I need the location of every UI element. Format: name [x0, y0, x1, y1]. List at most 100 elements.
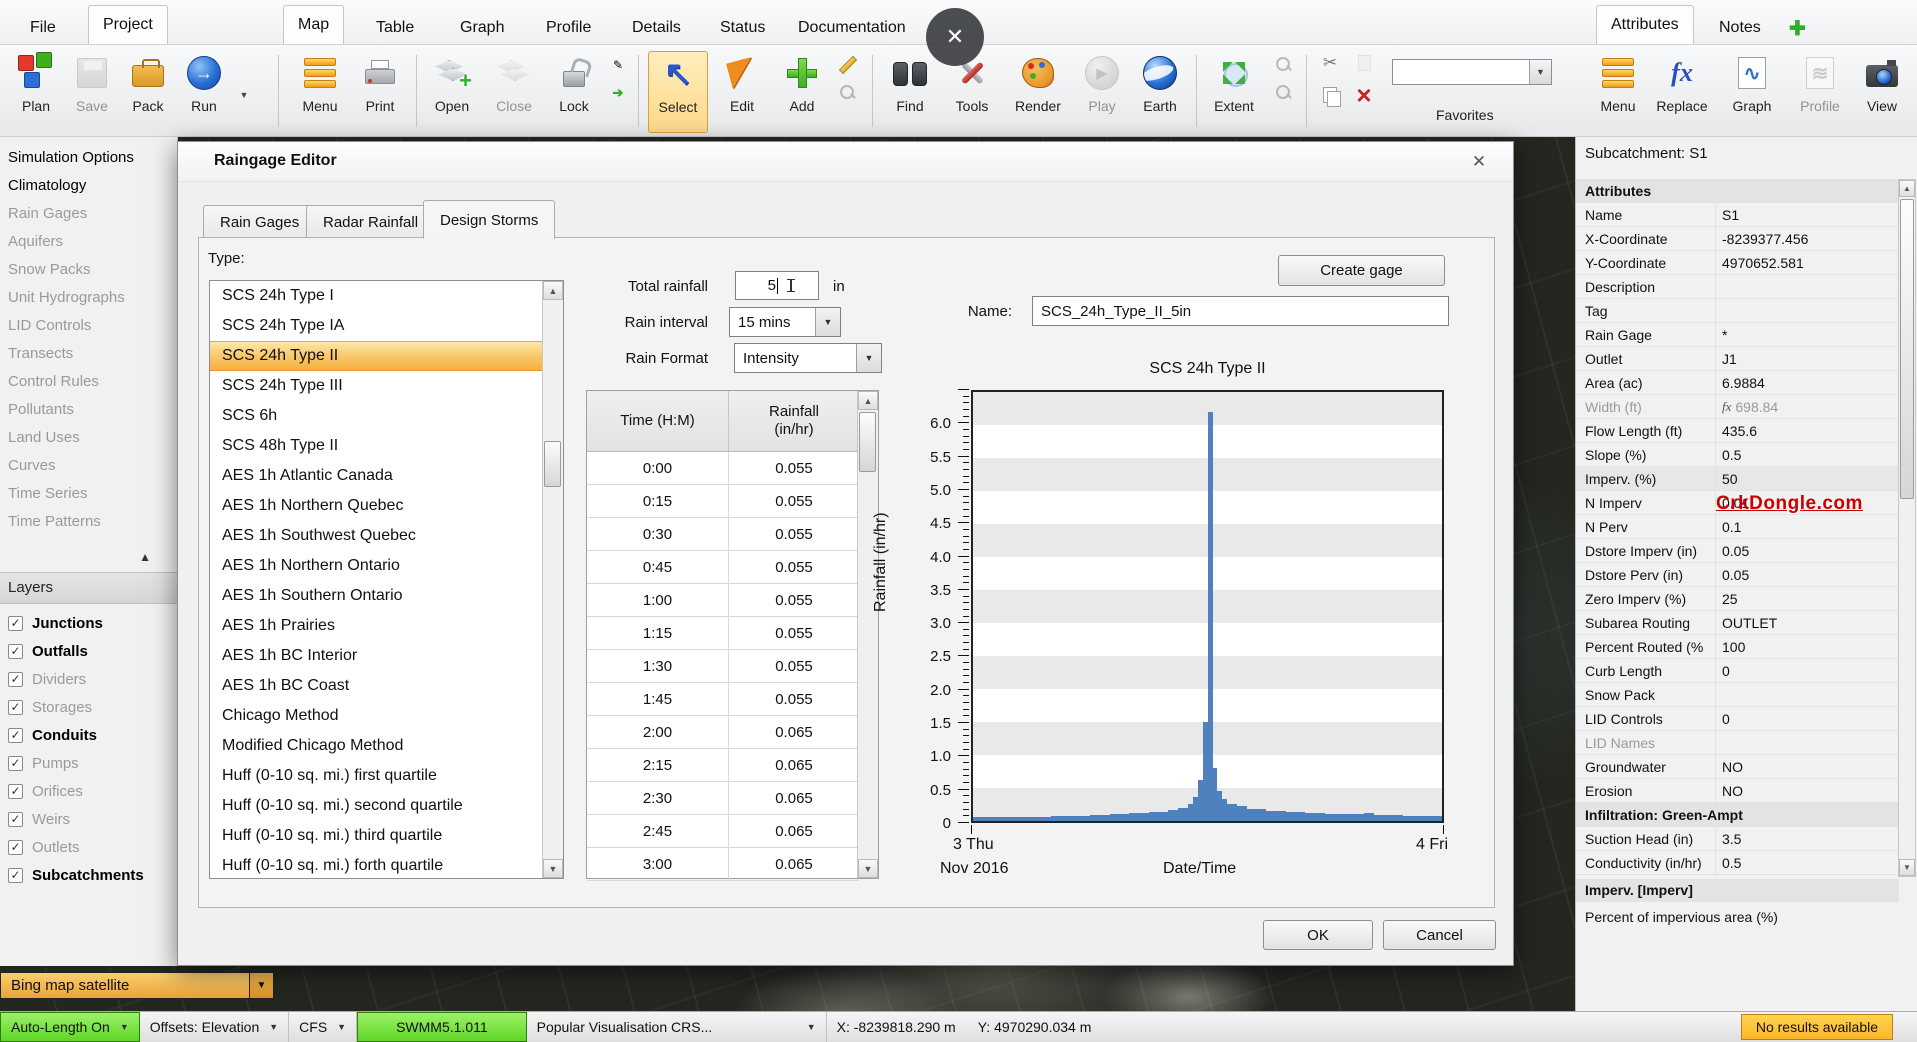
attribute-row-description[interactable]: Description — [1576, 275, 1899, 299]
run-dropdown-arrow[interactable]: ▼ — [232, 85, 256, 105]
copy-icon[interactable] — [1318, 85, 1342, 105]
collapse-arrow-icon[interactable]: ▲ — [139, 550, 151, 564]
tree-item-rain-gages[interactable]: Rain Gages — [0, 200, 177, 228]
select-tool-button[interactable]: ↖ Select — [648, 51, 708, 133]
type-list-scrollbar[interactable]: ▲ ▼ — [542, 281, 563, 878]
layer-row-dividers[interactable]: ✓Dividers — [0, 665, 177, 693]
type-option-scs-48h-type-ii[interactable]: SCS 48h Type II — [210, 431, 544, 461]
attribute-value[interactable]: * — [1716, 327, 1727, 343]
menu-tab-graph[interactable]: Graph — [446, 13, 518, 44]
attribute-row-erosion[interactable]: ErosionNO — [1576, 779, 1899, 803]
checkbox-dividers[interactable]: ✓ — [8, 672, 23, 687]
tree-item-snow-packs[interactable]: Snow Packs — [0, 256, 177, 284]
render-button[interactable]: Render — [1008, 51, 1068, 133]
create-gage-button[interactable]: Create gage — [1278, 255, 1445, 286]
attr-graph-button[interactable]: ∿ Graph — [1722, 51, 1782, 133]
ok-button[interactable]: OK — [1263, 920, 1373, 950]
attribute-row-groundwater[interactable]: GroundwaterNO — [1576, 755, 1899, 779]
engine-version-indicator[interactable]: SWMM5.1.011 — [357, 1012, 527, 1042]
attribute-value[interactable]: 4970652.581 — [1716, 255, 1804, 271]
basemap-dropdown-arrow[interactable]: ▼ — [249, 973, 273, 998]
attribute-row-outlet[interactable]: OutletJ1 — [1576, 347, 1899, 371]
attribute-value[interactable]: fx698.84 — [1716, 399, 1778, 415]
type-option-aes-1h-prairies[interactable]: AES 1h Prairies — [210, 611, 544, 641]
go-layers-icon[interactable]: ➔ — [606, 83, 630, 103]
attribute-value[interactable]: 25 — [1716, 591, 1738, 607]
offsets-selector[interactable]: Offsets: Elevation▼ — [140, 1012, 289, 1042]
cancel-button[interactable]: Cancel — [1383, 920, 1496, 950]
checkbox-conduits[interactable]: ✓ — [8, 728, 23, 743]
attribute-row-imperv[interactable]: Imperv. (%)50 — [1576, 467, 1899, 491]
type-option-aes-1h-northern-ontario[interactable]: AES 1h Northern Ontario — [210, 551, 544, 581]
type-option-huff-0-10-sq-mi-third-quartile[interactable]: Huff (0-10 sq. mi.) third quartile — [210, 821, 544, 851]
layer-row-storages[interactable]: ✓Storages — [0, 693, 177, 721]
table-row[interactable]: 2:150.065 — [587, 749, 859, 782]
table-row[interactable]: 1:150.055 — [587, 617, 859, 650]
edit-tool-button[interactable]: Edit — [712, 51, 772, 133]
pack-button[interactable]: Pack — [118, 51, 178, 133]
dropdown-arrow-icon[interactable]: ▼ — [856, 344, 881, 372]
attribute-row-snow-pack[interactable]: Snow Pack — [1576, 683, 1899, 707]
attribute-value[interactable]: 0.5 — [1716, 447, 1741, 463]
attribute-value[interactable]: NO — [1716, 783, 1743, 799]
attr-profile-button[interactable]: ≋ Profile — [1790, 51, 1850, 133]
favorites-dropdown-arrow[interactable]: ▼ — [1529, 60, 1551, 84]
replace-button[interactable]: fx Replace — [1652, 51, 1712, 133]
table-row[interactable]: 2:000.065 — [587, 716, 859, 749]
type-option-aes-1h-southwest-quebec[interactable]: AES 1h Southwest Quebec — [210, 521, 544, 551]
layer-row-outlets[interactable]: ✓Outlets — [0, 833, 177, 861]
attribute-value[interactable]: 0.05 — [1716, 543, 1749, 559]
attribute-value[interactable]: -8239377.456 — [1716, 231, 1808, 247]
save-button[interactable]: Save — [62, 51, 122, 133]
crs-selector[interactable]: Popular Visualisation CRS...▼ — [527, 1012, 827, 1042]
attribute-row-slope[interactable]: Slope (%)0.5 — [1576, 443, 1899, 467]
tree-item-curves[interactable]: Curves — [0, 452, 177, 480]
attribute-row-rain-gage[interactable]: Rain Gage* — [1576, 323, 1899, 347]
attribute-value[interactable]: 6.9884 — [1716, 375, 1765, 391]
menu-tab-profile[interactable]: Profile — [532, 13, 605, 44]
scroll-up-icon[interactable]: ▲ — [858, 391, 878, 410]
menu-tab-project[interactable]: Project — [88, 5, 168, 44]
cut-icon[interactable]: ✂ — [1318, 53, 1342, 73]
tab-radar-rainfall[interactable]: Radar Rainfall — [306, 205, 435, 238]
attribute-value[interactable]: NO — [1716, 759, 1743, 775]
tree-item-control-rules[interactable]: Control Rules — [0, 368, 177, 396]
auto-length-toggle[interactable]: Auto-Length On▼ — [0, 1012, 140, 1042]
paste-icon[interactable] — [1352, 53, 1376, 73]
attribute-value[interactable]: 435.6 — [1716, 423, 1757, 439]
table-row[interactable]: 1:450.055 — [587, 683, 859, 716]
attribute-row-subarea-routing[interactable]: Subarea RoutingOUTLET — [1576, 611, 1899, 635]
attribute-row-tag[interactable]: Tag — [1576, 299, 1899, 323]
plan-button[interactable]: Plan — [6, 51, 66, 133]
storm-type-listbox[interactable]: SCS 24h Type ISCS 24h Type IASCS 24h Typ… — [209, 280, 564, 879]
attribute-value[interactable]: J1 — [1716, 351, 1737, 367]
attribute-value[interactable]: 3.5 — [1716, 831, 1741, 847]
menu-tab-map[interactable]: Map — [283, 5, 344, 44]
rainfall-table[interactable]: Time (H:M) Rainfall(in/hr) 0:000.0550:15… — [586, 390, 879, 879]
table-row[interactable]: 1:300.055 — [587, 650, 859, 683]
tab-rain-gages[interactable]: Rain Gages — [203, 205, 316, 238]
attribute-row-n-perv[interactable]: N Perv0.1 — [1576, 515, 1899, 539]
type-option-scs-24h-type-i[interactable]: SCS 24h Type I — [210, 281, 544, 311]
menu-tab-details[interactable]: Details — [618, 13, 695, 44]
checkbox-storages[interactable]: ✓ — [8, 700, 23, 715]
type-option-aes-1h-southern-ontario[interactable]: AES 1h Southern Ontario — [210, 581, 544, 611]
layer-row-orifices[interactable]: ✓Orifices — [0, 777, 177, 805]
attribute-row-y-coordinate[interactable]: Y-Coordinate4970652.581 — [1576, 251, 1899, 275]
find-button[interactable]: Find — [880, 51, 940, 133]
attribute-value[interactable]: 0 — [1716, 711, 1730, 727]
scroll-down-icon[interactable]: ▼ — [1899, 859, 1915, 876]
video-close-button[interactable]: ✕ — [926, 8, 984, 66]
scroll-down-icon[interactable]: ▼ — [858, 859, 878, 878]
tree-item-climatology[interactable]: Climatology — [0, 172, 177, 200]
dialog-titlebar[interactable]: Raingage Editor ✕ — [178, 142, 1513, 182]
attribute-row-flow-length-ft[interactable]: Flow Length (ft)435.6 — [1576, 419, 1899, 443]
scrollbar-thumb[interactable] — [544, 441, 561, 487]
menu-tab-documentation[interactable]: Documentation — [784, 13, 920, 44]
tree-item-aquifers[interactable]: Aquifers — [0, 228, 177, 256]
add-note-icon[interactable]: ✚ — [1775, 13, 1820, 44]
type-option-huff-0-10-sq-mi-second-quartile[interactable]: Huff (0-10 sq. mi.) second quartile — [210, 791, 544, 821]
menu-tab-status[interactable]: Status — [706, 13, 779, 44]
attribute-row-attributes[interactable]: Attributes — [1576, 179, 1899, 203]
delete-icon[interactable]: × — [1352, 85, 1376, 105]
